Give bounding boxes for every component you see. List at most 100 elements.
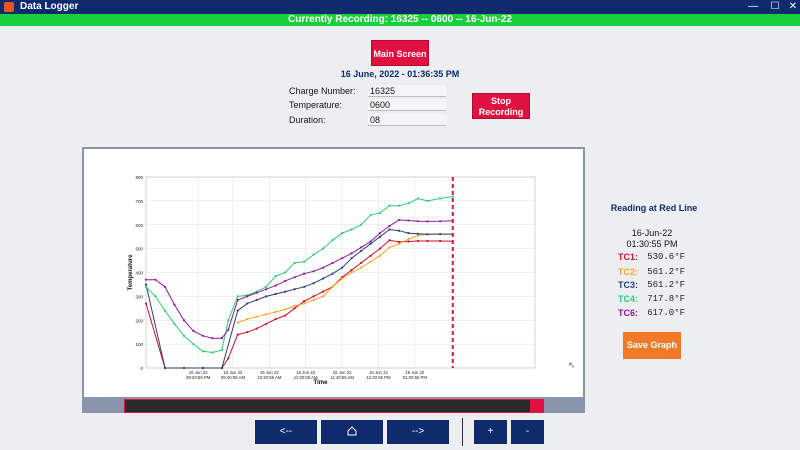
zoom-out-button[interactable]: - [511, 420, 544, 444]
data-point-tc2 [293, 304, 296, 308]
chart-scrollbar[interactable] [124, 399, 544, 413]
data-point-tc2 [407, 237, 410, 241]
data-point-tc2 [284, 308, 287, 311]
data-point-tc3 [236, 309, 239, 312]
forward-button[interactable]: --> [387, 420, 449, 444]
data-point-tc6 [227, 328, 230, 331]
data-point-tc4 [340, 232, 344, 235]
data-point-tc6 [378, 232, 382, 235]
data-point-tc4 [163, 309, 167, 312]
data-point-tc6 [246, 295, 249, 298]
temperature-chart: 010020030040050060070080016 Jun 2208:03:… [128, 175, 536, 386]
data-point-tc2 [322, 295, 325, 298]
data-point-tc3 [303, 285, 306, 288]
app-icon [4, 2, 14, 12]
window-title: Data Logger [20, 1, 79, 12]
data-point-tc3 [265, 295, 268, 298]
data-point-tc4 [416, 197, 420, 200]
tc2-value: 561.2°F [647, 267, 685, 277]
zoom-in-button[interactable]: + [474, 420, 507, 444]
data-point-tc6 [416, 220, 420, 223]
tc6-value: 617.0°F [647, 308, 685, 318]
data-point-tc6 [192, 329, 195, 333]
data-point-tc1 [246, 331, 249, 334]
data-point-tc1 [350, 269, 353, 272]
data-point-tc3 [144, 283, 148, 286]
data-point-tc1 [397, 240, 401, 244]
y-tick-label: 400 [135, 271, 143, 276]
data-point-tc3 [220, 366, 224, 370]
data-point-tc1 [255, 327, 258, 330]
data-point-tc4 [211, 351, 214, 354]
data-point-tc2 [378, 254, 382, 257]
data-point-tc4 [227, 319, 230, 322]
data-point-tc3 [369, 242, 372, 245]
current-datetime: 16 June, 2022 - 01:36:35 PM [340, 69, 460, 79]
data-point-tc6 [322, 266, 325, 269]
data-point-tc1 [227, 357, 230, 360]
x-axis-label: Time [314, 380, 329, 386]
data-point-tc6 [211, 337, 214, 340]
y-tick-label: 500 [135, 247, 143, 252]
data-point-tc3 [255, 298, 258, 302]
data-point-tc4 [407, 202, 410, 205]
data-point-tc1 [407, 240, 410, 243]
data-point-tc6 [407, 219, 410, 222]
data-point-tc1 [439, 239, 442, 243]
data-point-tc6 [293, 276, 296, 279]
home-icon [347, 426, 357, 436]
data-point-tc3 [378, 235, 382, 238]
data-point-tc2 [303, 302, 306, 305]
y-tick-label: 300 [135, 294, 143, 299]
x-tick-label: 08:03:55 PM [186, 375, 211, 380]
x-tick-label: 09:40:55 AM [221, 375, 246, 380]
duration-field[interactable]: 08 [368, 114, 446, 126]
data-point-tc3 [284, 290, 287, 293]
data-point-tc3 [246, 302, 249, 305]
data-point-tc4 [378, 211, 382, 214]
nav-divider [462, 418, 463, 446]
series-line-tc2 [237, 233, 453, 324]
data-point-tc1 [416, 239, 420, 243]
data-point-tc4 [265, 285, 268, 288]
x-tick-label: 12:20:55 PM [366, 375, 391, 380]
data-point-tc1 [274, 317, 277, 321]
close-button[interactable]: ✕ [786, 0, 800, 14]
data-point-tc6 [154, 278, 157, 281]
data-point-tc1 [284, 314, 287, 317]
data-point-tc2 [265, 313, 268, 316]
data-point-tc3 [407, 232, 410, 235]
recording-banner: Currently Recording: 16325 -- 0600 -- 16… [0, 14, 800, 26]
save-graph-button[interactable]: Save Graph [623, 332, 681, 359]
maximize-button[interactable]: ☐ [768, 0, 782, 14]
data-point-tc2 [312, 298, 315, 302]
x-tick-label: 11:40:55 AM [330, 375, 354, 380]
data-point-tc1 [303, 300, 306, 303]
y-tick-label: 600 [135, 223, 143, 228]
data-point-tc6 [359, 246, 363, 249]
data-point-tc4 [182, 334, 186, 337]
y-tick-label: 700 [135, 199, 143, 204]
tc4-label: TC4: [618, 294, 638, 304]
data-point-tc6 [331, 261, 334, 265]
temperature-field[interactable]: 0600 [368, 99, 446, 111]
data-point-tc4 [322, 247, 325, 250]
duration-label: Duration: [289, 115, 326, 125]
minimize-button[interactable]: — [746, 0, 760, 14]
back-button[interactable]: <-- [255, 420, 317, 444]
data-point-tc2 [236, 321, 239, 324]
data-point-tc4 [236, 295, 239, 298]
data-point-tc2 [274, 310, 277, 313]
data-point-tc1 [369, 254, 372, 257]
scrollbar-thumb[interactable] [530, 399, 544, 413]
stop-recording-button[interactable]: Stop Recording [472, 93, 530, 119]
data-point-tc6 [255, 291, 258, 294]
data-point-tc6 [312, 270, 315, 273]
charge-number-field[interactable]: 16325 [368, 85, 446, 97]
main-screen-button[interactable]: Main Screen [371, 40, 429, 66]
data-point-tc6 [182, 319, 186, 322]
data-point-tc6 [303, 272, 306, 275]
data-point-tc3 [322, 277, 325, 280]
data-point-tc4 [331, 239, 334, 242]
home-button[interactable] [321, 420, 383, 444]
